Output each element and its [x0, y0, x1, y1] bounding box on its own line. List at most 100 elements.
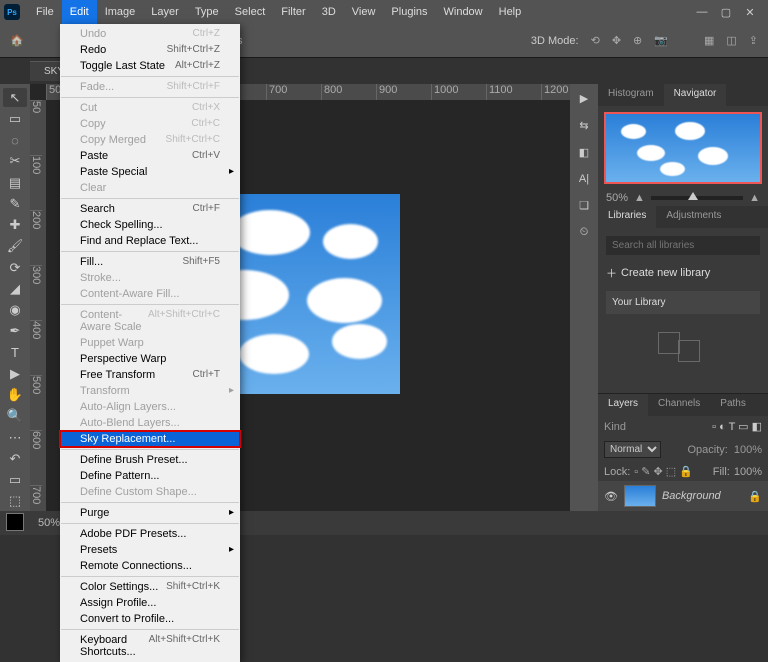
libraries-panel-tabs: Libraries Adjustments — [598, 206, 768, 228]
tool-2[interactable]: ◌ — [3, 131, 27, 150]
menu-item-toggle-last-state[interactable]: Toggle Last StateAlt+Ctrl+Z — [60, 58, 240, 74]
foreground-background-colors[interactable] — [6, 513, 24, 531]
pan-icon[interactable]: ✥ — [612, 34, 621, 47]
zoom-slider[interactable] — [651, 196, 743, 200]
menu-item-convert-to-profile[interactable]: Convert to Profile... — [60, 611, 240, 627]
menu-window[interactable]: Window — [436, 0, 491, 24]
menu-plugins[interactable]: Plugins — [383, 0, 435, 24]
your-library-item[interactable]: Your Library — [606, 291, 760, 314]
tool-8[interactable]: ⟳ — [3, 258, 27, 277]
close-button[interactable]: ✕ — [744, 6, 756, 19]
camera-icon[interactable]: 📷 — [654, 34, 668, 47]
tool-3[interactable]: ✂ — [3, 152, 27, 171]
home-icon[interactable]: 🏠 — [10, 34, 24, 47]
tool-18[interactable]: ▭ — [3, 471, 27, 490]
menu-item-free-transform[interactable]: Free TransformCtrl+T — [60, 367, 240, 383]
menu-item-paste[interactable]: PasteCtrl+V — [60, 148, 240, 164]
tool-19[interactable]: ⬚ — [3, 492, 27, 511]
menu-select[interactable]: Select — [227, 0, 274, 24]
status-zoom[interactable]: 50% — [38, 517, 60, 529]
menu-item-keyboard-shortcuts[interactable]: Keyboard Shortcuts...Alt+Shift+Ctrl+K — [60, 632, 240, 660]
view-icon[interactable]: ▦ — [704, 34, 714, 47]
tool-5[interactable]: ✎ — [3, 194, 27, 213]
zoom-icon[interactable]: ⊕ — [633, 34, 642, 47]
menu-item-define-pattern[interactable]: Define Pattern... — [60, 468, 240, 484]
dock-icon-3[interactable]: A| — [579, 173, 589, 185]
tool-13[interactable]: ▶ — [3, 364, 27, 383]
menu-item-check-spelling[interactable]: Check Spelling... — [60, 217, 240, 233]
menu-item-fill[interactable]: Fill...Shift+F5 — [60, 254, 240, 270]
menu-item-find-and-replace-text[interactable]: Find and Replace Text... — [60, 233, 240, 249]
tab-libraries[interactable]: Libraries — [598, 206, 656, 228]
blend-mode-select[interactable]: Normal — [604, 441, 661, 458]
tab-navigator[interactable]: Navigator — [664, 84, 727, 106]
menu-view[interactable]: View — [344, 0, 384, 24]
tool-11[interactable]: ✒ — [3, 322, 27, 341]
menu-type[interactable]: Type — [187, 0, 227, 24]
tool-4[interactable]: ▤ — [3, 173, 27, 192]
lock-icon: 🔒 — [748, 490, 762, 503]
tool-6[interactable]: ✚ — [3, 216, 27, 235]
menu-item-color-settings[interactable]: Color Settings...Shift+Ctrl+K — [60, 579, 240, 595]
zoom-in-icon[interactable]: ▲ — [749, 192, 760, 204]
menu-item-search[interactable]: SearchCtrl+F — [60, 201, 240, 217]
menu-item-redo[interactable]: RedoShift+Ctrl+Z — [60, 42, 240, 58]
menu-item-presets[interactable]: Presets — [60, 542, 240, 558]
tab-histogram[interactable]: Histogram — [598, 84, 664, 106]
menu-edit[interactable]: Edit — [62, 0, 97, 24]
menu-help[interactable]: Help — [491, 0, 530, 24]
tool-10[interactable]: ◉ — [3, 301, 27, 320]
dock-icon-4[interactable]: ❏ — [579, 199, 589, 212]
tool-16[interactable]: ⋯ — [3, 428, 27, 447]
dock-icon-5[interactable]: ⏲ — [580, 226, 589, 239]
menu-file[interactable]: File — [28, 0, 62, 24]
maximize-button[interactable]: ▢ — [720, 6, 732, 19]
layer-row-background[interactable]: 👁 Background 🔒 — [598, 481, 768, 511]
opacity-value[interactable]: 100% — [734, 444, 762, 456]
menu-filter[interactable]: Filter — [273, 0, 313, 24]
share-icon[interactable]: ⇪ — [749, 34, 758, 47]
search-libraries-input[interactable] — [606, 236, 760, 255]
navigator-preview[interactable] — [604, 112, 762, 184]
tool-17[interactable]: ↶ — [3, 449, 27, 468]
menu-image[interactable]: Image — [97, 0, 144, 24]
navigator-zoom: 50% — [606, 192, 628, 204]
create-library-button[interactable]: ＋Create new library — [606, 265, 760, 281]
tool-1[interactable]: ▭ — [3, 109, 27, 128]
dock-icon-1[interactable]: ⇆ — [579, 119, 588, 132]
tool-7[interactable]: 🖌 — [3, 237, 27, 256]
tools-panel: ↖ ▭ ◌ ✂ ▤ ✎ ✚ 🖌 ⟳ ◢ ◉ ✒ T ▶ ✋ 🔍 ⋯ ↶ ▭ ⬚ — [0, 84, 30, 511]
menu-item-adobe-pdf-presets[interactable]: Adobe PDF Presets... — [60, 526, 240, 542]
visibility-icon[interactable]: 👁 — [604, 490, 618, 503]
menu-item-puppet-warp: Puppet Warp — [60, 335, 240, 351]
tool-0[interactable]: ↖ — [3, 88, 27, 107]
menu-item-purge[interactable]: Purge — [60, 505, 240, 521]
fill-value[interactable]: 100% — [734, 466, 762, 478]
tool-15[interactable]: 🔍 — [3, 407, 27, 426]
minimize-button[interactable]: — — [696, 6, 708, 19]
tab-adjustments[interactable]: Adjustments — [656, 206, 731, 228]
menu-item-paste-special[interactable]: Paste Special — [60, 164, 240, 180]
menu-3d[interactable]: 3D — [314, 0, 344, 24]
dock-icon-2[interactable]: ◧ — [579, 146, 589, 159]
tab-paths[interactable]: Paths — [710, 394, 756, 416]
zoom-out-icon[interactable]: ▲ — [634, 192, 645, 204]
menu-item-define-custom-shape: Define Custom Shape... — [60, 484, 240, 500]
tab-channels[interactable]: Channels — [648, 394, 710, 416]
tool-12[interactable]: T — [3, 343, 27, 362]
tab-layers[interactable]: Layers — [598, 394, 648, 416]
menu-item-remote-connections[interactable]: Remote Connections... — [60, 558, 240, 574]
menu-layer[interactable]: Layer — [143, 0, 187, 24]
menu-item-define-brush-preset[interactable]: Define Brush Preset... — [60, 452, 240, 468]
menu-item-assign-profile[interactable]: Assign Profile... — [60, 595, 240, 611]
arrange-icon[interactable]: ◫ — [726, 34, 736, 47]
menu-item-sky-replacement[interactable]: Sky Replacement... — [60, 431, 240, 447]
tool-14[interactable]: ✋ — [3, 386, 27, 405]
orbit-icon[interactable]: ⟲ — [591, 34, 600, 47]
tool-9[interactable]: ◢ — [3, 279, 27, 298]
dock-icon-0[interactable]: ▶ — [580, 92, 588, 105]
layer-thumbnail[interactable] — [624, 485, 656, 507]
menu-item-perspective-warp[interactable]: Perspective Warp — [60, 351, 240, 367]
menu-item-auto-align-layers: Auto-Align Layers... — [60, 399, 240, 415]
lock-icons[interactable]: ▫ ✎ ✥ ⬚ 🔒 — [634, 465, 693, 478]
